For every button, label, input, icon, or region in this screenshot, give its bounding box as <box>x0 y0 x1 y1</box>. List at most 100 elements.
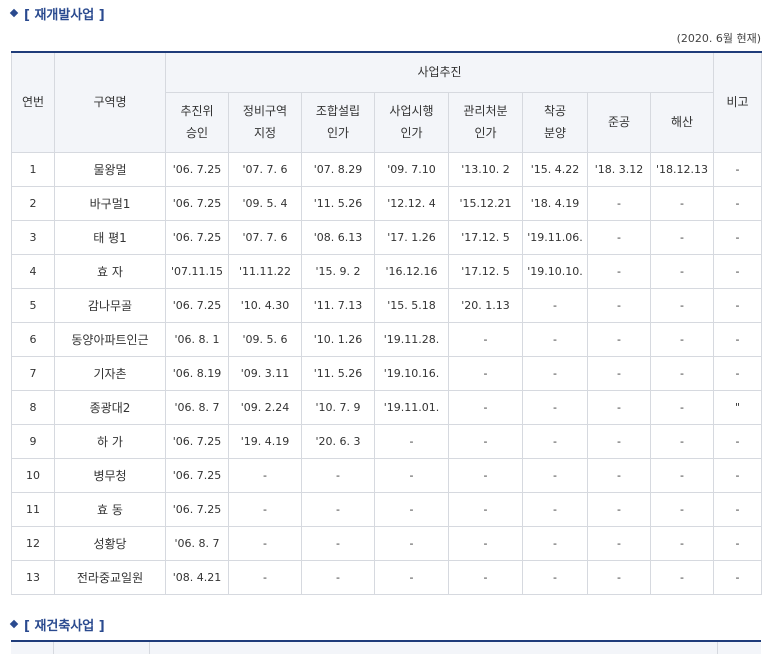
cell-district-name: 물왕멀 <box>54 151 166 187</box>
cell-date: '07. 7. 6 <box>228 151 302 187</box>
cell-date: - <box>649 253 715 289</box>
cell-date: - <box>587 287 651 323</box>
cell-date: - <box>587 491 651 527</box>
cell-date: - <box>228 457 302 493</box>
cell-date: '10. 1.26 <box>301 321 375 357</box>
diamond-bullet-icon <box>9 8 19 18</box>
cell-date: '09. 5. 4 <box>228 185 302 221</box>
cell-date: - <box>228 525 302 561</box>
cell-remark: - <box>713 559 763 595</box>
cell-date: - <box>649 491 715 527</box>
cell-no: 2 <box>11 185 55 221</box>
cell-date: - <box>448 559 523 595</box>
cell-remark: - <box>713 253 763 289</box>
cell-remark: - <box>713 287 763 323</box>
header-progress-group: 사업추진 <box>164 51 715 93</box>
cell-date: '20. 1.13 <box>448 287 523 323</box>
header-remark: 비고 <box>713 51 763 153</box>
cell-remark: - <box>713 185 763 221</box>
table-header: 연번 구역명 사업추진 비고 추진위 승인 정비구역 지정 조합설립 인가 사업시행 인가 관리… <box>11 51 763 153</box>
cell-date: - <box>228 491 302 527</box>
cell-date: - <box>522 355 588 391</box>
cell-date: - <box>587 321 651 357</box>
cell-no: 1 <box>11 151 55 187</box>
cell-no: 6 <box>11 321 55 357</box>
header-step: 관리처분인가 <box>448 91 523 153</box>
cell-date: '17.12. 5 <box>448 253 523 289</box>
cell-remark: " <box>713 389 763 425</box>
cell-remark: - <box>713 525 763 561</box>
cell-date: - <box>522 423 588 459</box>
cell-date: '06. 7.25 <box>165 151 229 187</box>
cell-date: '19.11.28. <box>374 321 449 357</box>
cell-date: '19.11.06. <box>522 219 588 255</box>
cell-date: - <box>522 491 588 527</box>
cell-date: - <box>301 457 375 493</box>
header-step-line: 승인 <box>185 126 209 140</box>
cell-date: '07. 7. 6 <box>228 219 302 255</box>
cell-date: '18. 4.19 <box>522 185 588 221</box>
cell-date: '10. 7. 9 <box>301 389 375 425</box>
cell-date: '11. 5.26 <box>301 355 375 391</box>
cell-date: '17. 1.26 <box>374 219 449 255</box>
cell-date: - <box>448 389 523 425</box>
header-step-line: 관리처분 <box>463 104 508 118</box>
section-title-redevelopment: [ 재개발사업 ] <box>9 3 105 23</box>
cell-no: 11 <box>11 491 55 527</box>
table-row: 5 감나무골 '06. 7.25'10. 4.30'11. 7.13'15. 5.1… <box>11 287 763 323</box>
header-step-line: 해산 <box>670 115 694 129</box>
cell-remark: - <box>713 355 763 391</box>
cell-no: 7 <box>11 355 55 391</box>
cell-no: 8 <box>11 389 55 425</box>
cell-date: - <box>374 559 449 595</box>
cell-district-name: 하 가 <box>54 423 166 459</box>
cell-date: - <box>649 559 715 595</box>
cell-date: - <box>448 457 523 493</box>
cell-date: - <box>448 321 523 357</box>
cell-district-name: 동양아파트인근 <box>54 321 166 357</box>
header-step: 조합설립 인가 <box>301 91 375 153</box>
cell-date: - <box>522 525 588 561</box>
cell-date: - <box>448 423 523 459</box>
table-row: 4효 자 '07.11.15'11.11.22'15. 9. 2'16.12.16… <box>11 253 763 289</box>
cell-district-name: 전라중교일원 <box>54 559 166 595</box>
cell-date: - <box>649 525 715 561</box>
cell-remark: - <box>713 457 763 493</box>
cell-district-name: 성황당 <box>54 525 166 561</box>
cell-remark: - <box>713 219 763 255</box>
cell-remark: - <box>713 423 763 459</box>
cell-date: '06. 7.25 <box>165 457 229 493</box>
cell-date: '06. 8. 7 <box>165 525 229 561</box>
section-title-text: [ 재개발사업 ] <box>24 7 105 23</box>
cell-date: '15. 5.18 <box>374 287 449 323</box>
header-step-line: 조합설립 <box>315 104 361 118</box>
cell-date: - <box>649 219 715 255</box>
cell-date: '15. 9. 2 <box>301 253 375 289</box>
header-step: 해산 <box>649 91 715 153</box>
cell-date: '08. 4.21 <box>165 559 229 595</box>
cell-date: '09. 5. 6 <box>228 321 302 357</box>
cell-date: - <box>374 491 449 527</box>
header-step-line: 인가 <box>474 126 497 140</box>
table-row: 11 효 동 '06. 7.25- - - - - - - - <box>11 491 763 527</box>
cell-date: '06. 8.19 <box>165 355 229 391</box>
cell-district-name: 태 평1 <box>54 219 166 255</box>
cell-date: - <box>587 219 651 255</box>
cell-date: '06. 7.25 <box>165 423 229 459</box>
header-step-line: 추진위 <box>180 104 214 118</box>
cell-date: - <box>374 423 449 459</box>
cell-date: '17.12. 5 <box>448 219 523 255</box>
header-step-line: 지정 <box>253 126 277 140</box>
cell-date: - <box>448 355 523 391</box>
cell-district-name: 기자촌 <box>54 355 166 391</box>
cell-date: - <box>374 525 449 561</box>
cell-date: - <box>587 389 651 425</box>
cell-date: '06. 7.25 <box>165 219 229 255</box>
cell-date: '20. 6. 3 <box>301 423 375 459</box>
cell-no: 12 <box>11 525 55 561</box>
header-step-line: 정비구역 <box>242 104 288 118</box>
header-step-line: 분양 <box>543 126 567 140</box>
cell-date: '13.10. 2 <box>448 151 523 187</box>
cell-remark: - <box>713 491 763 527</box>
cell-date: '11. 7.13 <box>301 287 375 323</box>
